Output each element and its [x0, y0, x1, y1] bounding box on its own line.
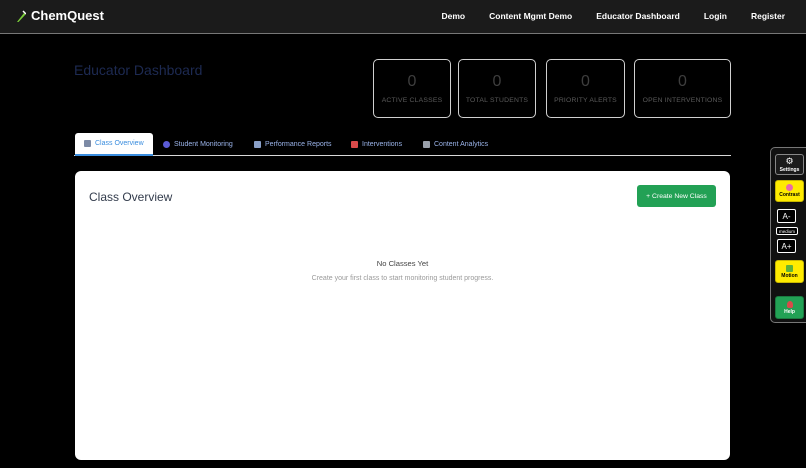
tab-label: Interventions	[362, 141, 403, 148]
help-icon	[786, 300, 793, 308]
settings-label: Settings	[779, 166, 800, 173]
tab-content-analytics[interactable]: Content Analytics	[423, 133, 488, 156]
stat-value: 0	[581, 73, 590, 90]
tab-student-monitoring[interactable]: Student Monitoring	[163, 133, 233, 156]
stat-label: TOTAL STUDENTS	[465, 97, 529, 104]
create-new-class-button[interactable]: + Create New Class	[637, 185, 716, 207]
tab-class-overview[interactable]: Class Overview	[75, 133, 153, 156]
flask-icon	[17, 9, 26, 22]
stat-label: ACTIVE CLASSES	[381, 97, 443, 104]
gear-icon: ⚙	[785, 155, 794, 166]
settings-button[interactable]: ⚙ Settings	[775, 154, 804, 175]
help-label: Help	[784, 308, 795, 315]
books-icon	[423, 141, 430, 148]
stat-value: 0	[407, 73, 417, 90]
stat-label: OPEN INTERVENTIONS	[642, 97, 723, 104]
clipboard-icon	[84, 140, 91, 147]
nav-content-mgmt-demo[interactable]: Content Mgmt Demo	[489, 11, 572, 21]
motion-label: Motion	[781, 272, 798, 279]
nav-login[interactable]: Login	[704, 11, 727, 21]
top-navbar: ChemQuest Demo Content Mgmt Demo Educato…	[0, 0, 806, 34]
contrast-button[interactable]: Contrast	[775, 180, 804, 202]
dashboard-tabs: Class Overview Student Monitoring Perfor…	[74, 133, 731, 156]
class-overview-panel: Class Overview + Create New Class No Cla…	[75, 171, 730, 460]
tab-label: Performance Reports	[265, 141, 332, 148]
font-increase-button[interactable]: A+	[777, 239, 796, 253]
stat-card-total-students: 0 TOTAL STUDENTS	[458, 59, 536, 118]
empty-state-title: No Classes Yet	[376, 259, 429, 268]
users-icon	[163, 141, 170, 148]
motion-icon	[786, 264, 793, 272]
stat-card-open-interventions: 0 OPEN INTERVENTIONS	[634, 59, 731, 118]
font-decrease-button[interactable]: A-	[777, 209, 796, 223]
motion-button[interactable]: Motion	[775, 260, 804, 283]
stat-label: PRIORITY ALERTS	[554, 97, 617, 104]
brand-name: ChemQuest	[31, 8, 104, 23]
contrast-icon	[786, 184, 793, 191]
tab-performance-reports[interactable]: Performance Reports	[254, 133, 332, 156]
tab-label: Student Monitoring	[174, 141, 233, 148]
accessibility-toolbar: ⚙ Settings Contrast A- medium A+ Motion …	[770, 147, 806, 323]
page-title: Educator Dashboard	[74, 62, 203, 78]
help-button[interactable]: Help	[775, 296, 804, 319]
nav-educator-dashboard[interactable]: Educator Dashboard	[596, 11, 680, 21]
stat-value: 0	[492, 73, 502, 90]
nav-register[interactable]: Register	[751, 11, 785, 21]
alert-icon	[351, 141, 358, 148]
nav-demo[interactable]: Demo	[442, 11, 466, 21]
nav-links: Demo Content Mgmt Demo Educator Dashboar…	[418, 11, 786, 21]
stat-card-priority-alerts: 0 PRIORITY ALERTS	[546, 59, 625, 118]
tab-label: Content Analytics	[434, 141, 489, 148]
chart-icon	[254, 141, 261, 148]
tab-label: Class Overview	[95, 140, 144, 147]
stat-value: 0	[678, 73, 687, 90]
contrast-label: Contrast	[779, 192, 800, 198]
brand-logo[interactable]: ChemQuest	[14, 8, 104, 23]
stat-card-active-classes: 0 ACTIVE CLASSES	[373, 59, 451, 118]
empty-state-subtitle: Create your first class to start monitor…	[311, 275, 494, 282]
tab-interventions[interactable]: Interventions	[351, 133, 402, 156]
font-size-indicator: medium	[776, 227, 798, 235]
panel-title: Class Overview	[89, 190, 173, 204]
